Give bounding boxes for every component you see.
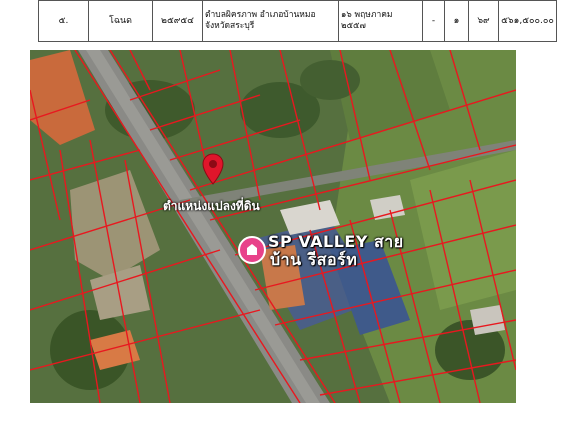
cell-price: ๕๖๑,๕๐๐.๐๐ [498, 0, 557, 42]
cell-date: ๑๖ พฤษภาคม ๒๕๕๗ [338, 0, 423, 42]
cell-doc-number: ๒๕๙๕๔ [152, 0, 203, 42]
cell-location: ตำบลผิครภาพ อำเภอบ้านหมอ จังหวัดสระบุรี [202, 0, 339, 42]
place-marker-icon[interactable] [238, 236, 266, 264]
cell-doc-type: โฉนด [88, 0, 153, 42]
table-row: ๕. โฉนด ๒๕๙๕๔ ตำบลผิครภาพ อำเภอบ้านหมอ จ… [38, 0, 557, 42]
cell-number: ๕. [38, 0, 89, 42]
place-name-line1: SP VALLEY สาย [268, 232, 404, 251]
cell-col6: - [422, 0, 445, 42]
satellite-map[interactable]: ตำแหน่งแปลงที่ดิน SP VALLEY สาย บ้าน รีส… [30, 50, 516, 403]
land-record-table: ๕. โฉนด ๒๕๙๕๔ ตำบลผิครภาพ อำเภอบ้านหมอ จ… [38, 0, 557, 42]
place-name-line2: บ้าน รีสอร์ท [270, 250, 358, 269]
map-canvas [30, 50, 516, 403]
cell-col8: ๖๙ [468, 0, 499, 42]
cell-col7: ๑ [444, 0, 469, 42]
location-pin-icon[interactable] [202, 153, 224, 185]
land-plot-label: ตำแหน่งแปลงที่ดิน [163, 199, 260, 213]
